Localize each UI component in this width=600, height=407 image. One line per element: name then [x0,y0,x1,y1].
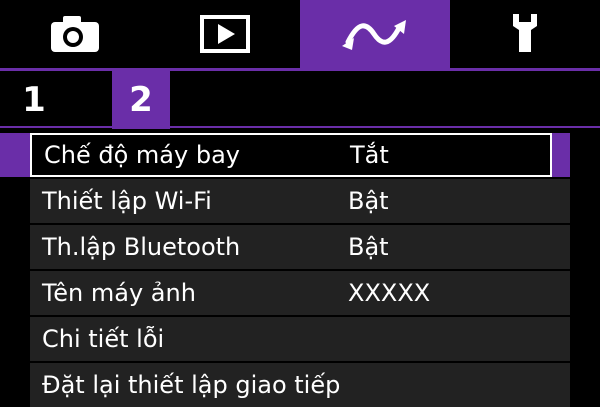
tab-wireless[interactable] [300,0,450,68]
menu-item-bluetooth-settings[interactable]: Th.lập Bluetooth Bật [30,225,570,269]
page-selector: 1 2 [0,71,600,129]
menu-item-camera-name[interactable]: Tên máy ảnh XXXXX [30,271,570,315]
menu-item-label: Tên máy ảnh [42,279,196,307]
page-divider [0,126,600,128]
wireless-icon [340,14,410,54]
menu-item-label: Th.lập Bluetooth [42,233,241,261]
menu-item-error-details[interactable]: Chi tiết lỗi [30,317,570,361]
menu-item-wifi-settings[interactable]: Thiết lập Wi-Fi Bật [30,179,570,223]
menu-item-label: Chế độ máy bay [44,141,240,169]
camera-menu-screen: 1 2 Chế độ máy bay Tắt Thiết lập Wi-Fi B… [0,0,600,407]
wrench-icon [505,12,545,56]
menu-category-tabs [0,0,600,68]
menu-item-value: Tắt [350,141,389,169]
page-tab-1[interactable]: 1 [14,71,54,129]
menu-item-value: Bật [348,187,389,215]
tab-setup[interactable] [450,0,600,68]
selection-accent-left [0,133,30,177]
menu-item-value: XXXXX [348,279,431,307]
menu-item-label: Thiết lập Wi-Fi [42,187,212,215]
menu-item-value: Bật [348,233,389,261]
tab-playback[interactable] [150,0,300,68]
page-tab-2[interactable]: 2 [112,71,170,129]
menu-item-label: Chi tiết lỗi [42,325,165,353]
playback-icon [199,14,251,54]
menu-item-airplane-mode[interactable]: Chế độ máy bay Tắt [30,133,552,177]
selection-accent-right [552,133,570,177]
tab-shooting[interactable] [0,0,150,68]
menu-item-reset-communication[interactable]: Đặt lại thiết lập giao tiếp [30,363,570,407]
menu-item-label: Đặt lại thiết lập giao tiếp [42,371,341,399]
camera-icon [49,14,101,54]
